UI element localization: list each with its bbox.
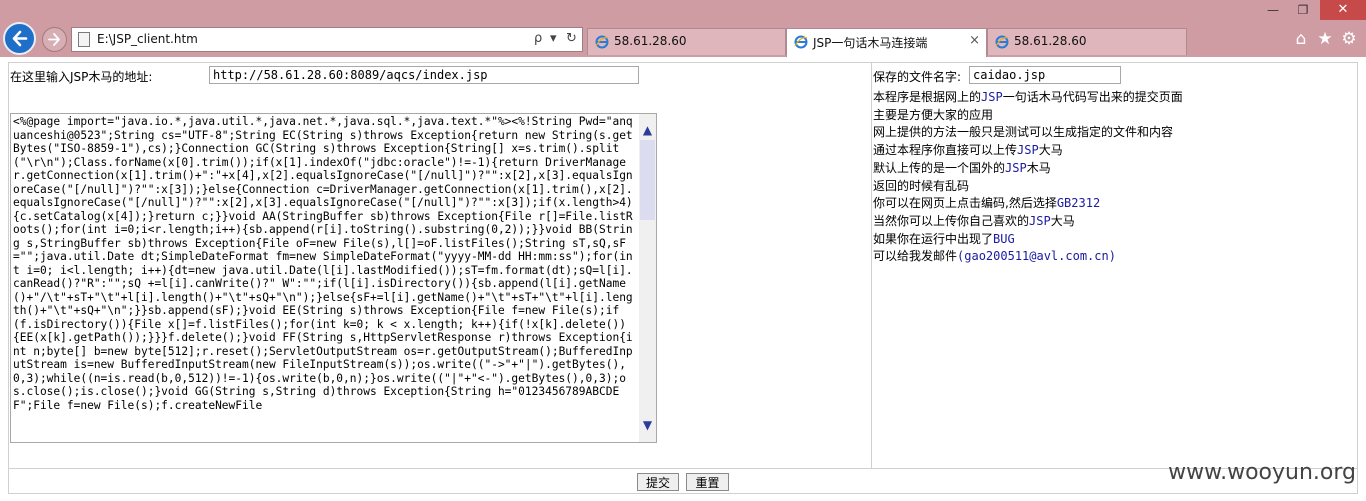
info-line: 如果你在运行中出现了BUG [873, 231, 1183, 249]
info-line: 主要是方便大家的应用 [873, 107, 1183, 125]
close-window-button[interactable]: ✕ [1320, 0, 1366, 20]
browser-chrome: — ❐ ✕ E:\JSP_client.htm ρ ▾ ↻ 58.61.28.6… [0, 0, 1366, 57]
info-segment: 本程序是根据网上的 [873, 90, 982, 104]
column-divider [871, 62, 872, 469]
info-segment: BUG [993, 231, 1015, 246]
info-line: 本程序是根据网上的JSP一句话木马代码写出来的提交页面 [873, 89, 1183, 107]
info-segment: 大马 [1050, 213, 1075, 228]
info-segment: 默认上传的是一个国外的 [873, 160, 1006, 175]
info-text: 本程序是根据网上的JSP一句话木马代码写出来的提交页面 主要是方便大家的应用 网上提… [873, 89, 1183, 266]
submit-button[interactable]: 提交 [637, 473, 679, 491]
minimize-button[interactable]: — [1258, 0, 1288, 20]
code-text[interactable]: <%@page import="java.io.*,java.util.*,ja… [13, 115, 639, 412]
scrollbar[interactable]: ▲ ▼ [639, 114, 656, 442]
url-label: 在这里输入JSP木马的地址: [10, 70, 153, 84]
info-segment: JSP [1029, 213, 1051, 228]
scroll-thumb[interactable] [640, 140, 655, 220]
tab-1[interactable]: 58.61.28.60 [587, 28, 786, 55]
row-divider [8, 468, 1358, 469]
ie-icon [595, 35, 609, 49]
restore-button[interactable]: ❐ [1288, 0, 1318, 20]
info-segment: 你可以在网页上点击编码,然后选择 [873, 196, 1057, 211]
search-icon[interactable]: ρ [534, 31, 542, 46]
info-segment: 大马 [1038, 143, 1063, 158]
scroll-up-icon[interactable]: ▲ [639, 122, 656, 139]
info-segment: 返回的时候有乱码 [873, 178, 970, 193]
reset-button[interactable]: 重置 [686, 473, 729, 491]
info-segment: 网上提供的方法一般只是测试可以生成指定的文件和内容 [873, 125, 1174, 140]
tab-2-active[interactable]: JSP一句话木马连接端 × [786, 28, 987, 57]
address-text[interactable]: E:\JSP_client.htm [97, 32, 198, 46]
info-segment: 通过本程序你直接可以上传 [873, 143, 1018, 158]
info-segment: 如果你在运行中出现了 [873, 231, 994, 246]
tab-title: 58.61.28.60 [1014, 34, 1087, 48]
filename-label: 保存的文件名字: [873, 70, 962, 84]
info-line: 返回的时候有乱码 [873, 178, 1183, 196]
tab-title: JSP一句话木马连接端 [813, 36, 928, 50]
scroll-down-icon[interactable]: ▼ [639, 417, 656, 434]
tab-title: 58.61.28.60 [614, 34, 687, 48]
close-tab-icon[interactable]: × [969, 33, 980, 48]
refresh-icon[interactable]: ↻ [566, 31, 577, 46]
favorites-icon[interactable]: ★ [1314, 28, 1336, 50]
forward-arrow-icon [48, 33, 60, 46]
ie-icon [995, 35, 1009, 49]
info-segment: GB2312 [1056, 196, 1101, 211]
page-icon [78, 32, 90, 47]
info-line: 你可以在网页上点击编码,然后选择GB2312 [873, 195, 1183, 213]
ie-icon [794, 35, 808, 49]
back-arrow-icon [12, 30, 28, 47]
info-segment: JSP [1005, 160, 1027, 175]
back-button[interactable] [3, 22, 36, 55]
watermark: www.wooyun.org [1168, 460, 1356, 485]
info-segment: 可以给我发邮件 [873, 249, 958, 264]
settings-icon[interactable]: ⚙ [1338, 28, 1360, 50]
info-segment: (gao200511@avl.com.cn) [957, 249, 1116, 264]
info-line: 当然你可以上传你自己喜欢的JSP大马 [873, 213, 1183, 231]
info-segment: JSP [1017, 143, 1039, 158]
forward-button[interactable] [42, 27, 67, 52]
info-segment: JSP [981, 90, 1003, 104]
info-line: 通过本程序你直接可以上传JSP大马 [873, 142, 1183, 160]
info-line: 默认上传的是一个国外的JSP木马 [873, 160, 1183, 178]
info-segment: 当然你可以上传你自己喜欢的 [873, 213, 1030, 228]
info-line: 可以给我发邮件(gao200511@avl.com.cn) [873, 248, 1183, 266]
code-textarea[interactable]: <%@page import="java.io.*,java.util.*,ja… [10, 113, 657, 443]
info-segment: 一句话木马代码写出来的提交页面 [1002, 90, 1183, 104]
address-bar[interactable]: E:\JSP_client.htm ρ ▾ ↻ [71, 27, 583, 52]
info-segment: 木马 [1026, 160, 1051, 175]
info-segment: 主要是方便大家的应用 [873, 107, 994, 122]
filename-input[interactable]: caidao.jsp [969, 66, 1121, 84]
url-input[interactable]: http://58.61.28.60:8089/aqcs/index.jsp [209, 66, 639, 84]
tab-3[interactable]: 58.61.28.60 [987, 28, 1187, 55]
home-icon[interactable]: ⌂ [1290, 28, 1312, 50]
info-line: 网上提供的方法一般只是测试可以生成指定的文件和内容 [873, 124, 1183, 142]
dropdown-icon[interactable]: ▾ [550, 31, 557, 46]
